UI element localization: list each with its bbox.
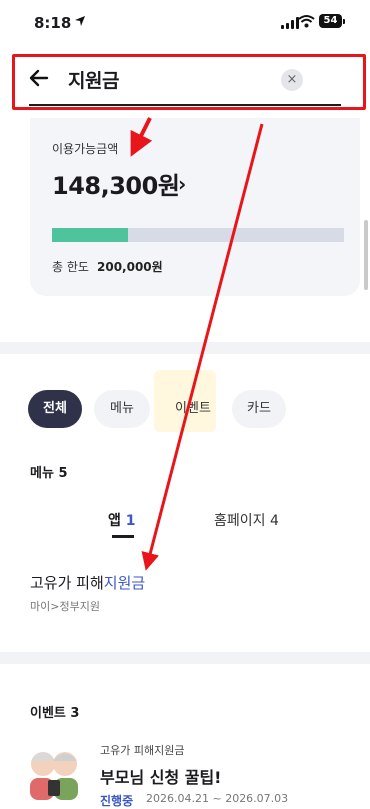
annotation-arrows bbox=[130, 117, 264, 571]
annotation-arrow-short bbox=[130, 117, 153, 157]
annotation-arrow-long bbox=[141, 123, 264, 571]
